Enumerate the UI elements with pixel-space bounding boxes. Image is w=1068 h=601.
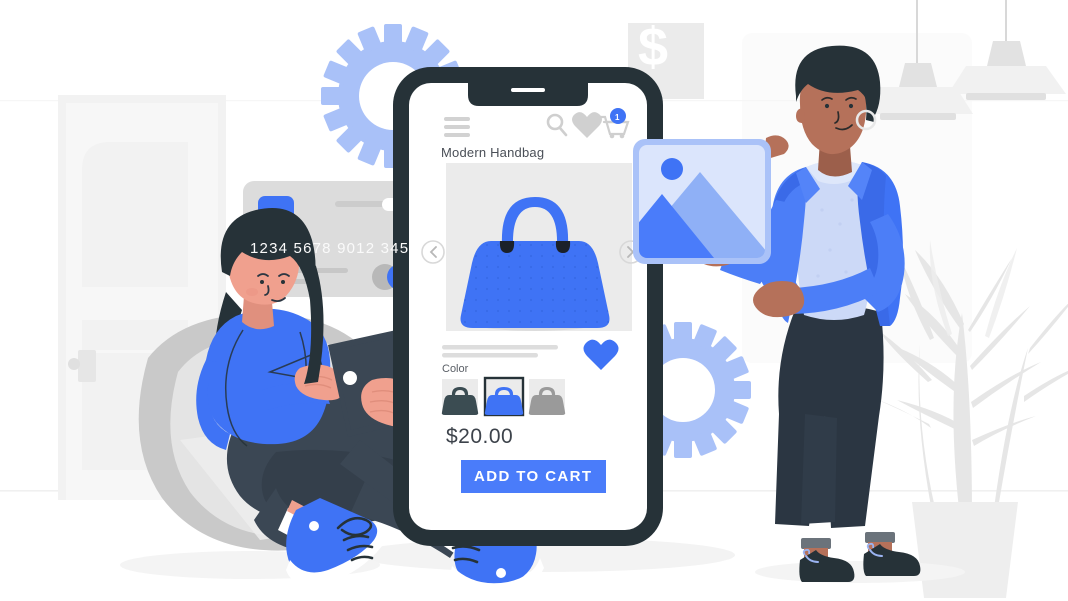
sun-dot	[661, 158, 683, 180]
color-swatch-blue[interactable]	[483, 376, 525, 417]
scene-svg	[0, 0, 1068, 598]
hamburger-menu-icon[interactable]	[444, 117, 470, 137]
product-title: Modern Handbag	[441, 145, 545, 160]
image-placeholder-frame	[633, 139, 771, 264]
phone-notch	[468, 83, 588, 106]
credit-card-number: 1234 5678 9012 345	[250, 240, 410, 257]
color-swatch-gray[interactable]	[528, 379, 566, 415]
product-price: $20.00	[446, 425, 514, 448]
left-cuff	[801, 538, 831, 549]
color-label: Color	[442, 363, 469, 375]
add-to-cart-label[interactable]: ADD TO CART	[474, 468, 592, 485]
cart-badge-count: 1	[615, 113, 620, 122]
color-swatch-dark[interactable]	[441, 379, 479, 415]
plant-pot	[912, 502, 1018, 598]
dollar-sign-glyph: $	[638, 17, 669, 77]
right-cuff	[865, 532, 895, 543]
illustration-canvas: Modern Handbag Color $20.00 ADD TO CART …	[0, 0, 1068, 601]
